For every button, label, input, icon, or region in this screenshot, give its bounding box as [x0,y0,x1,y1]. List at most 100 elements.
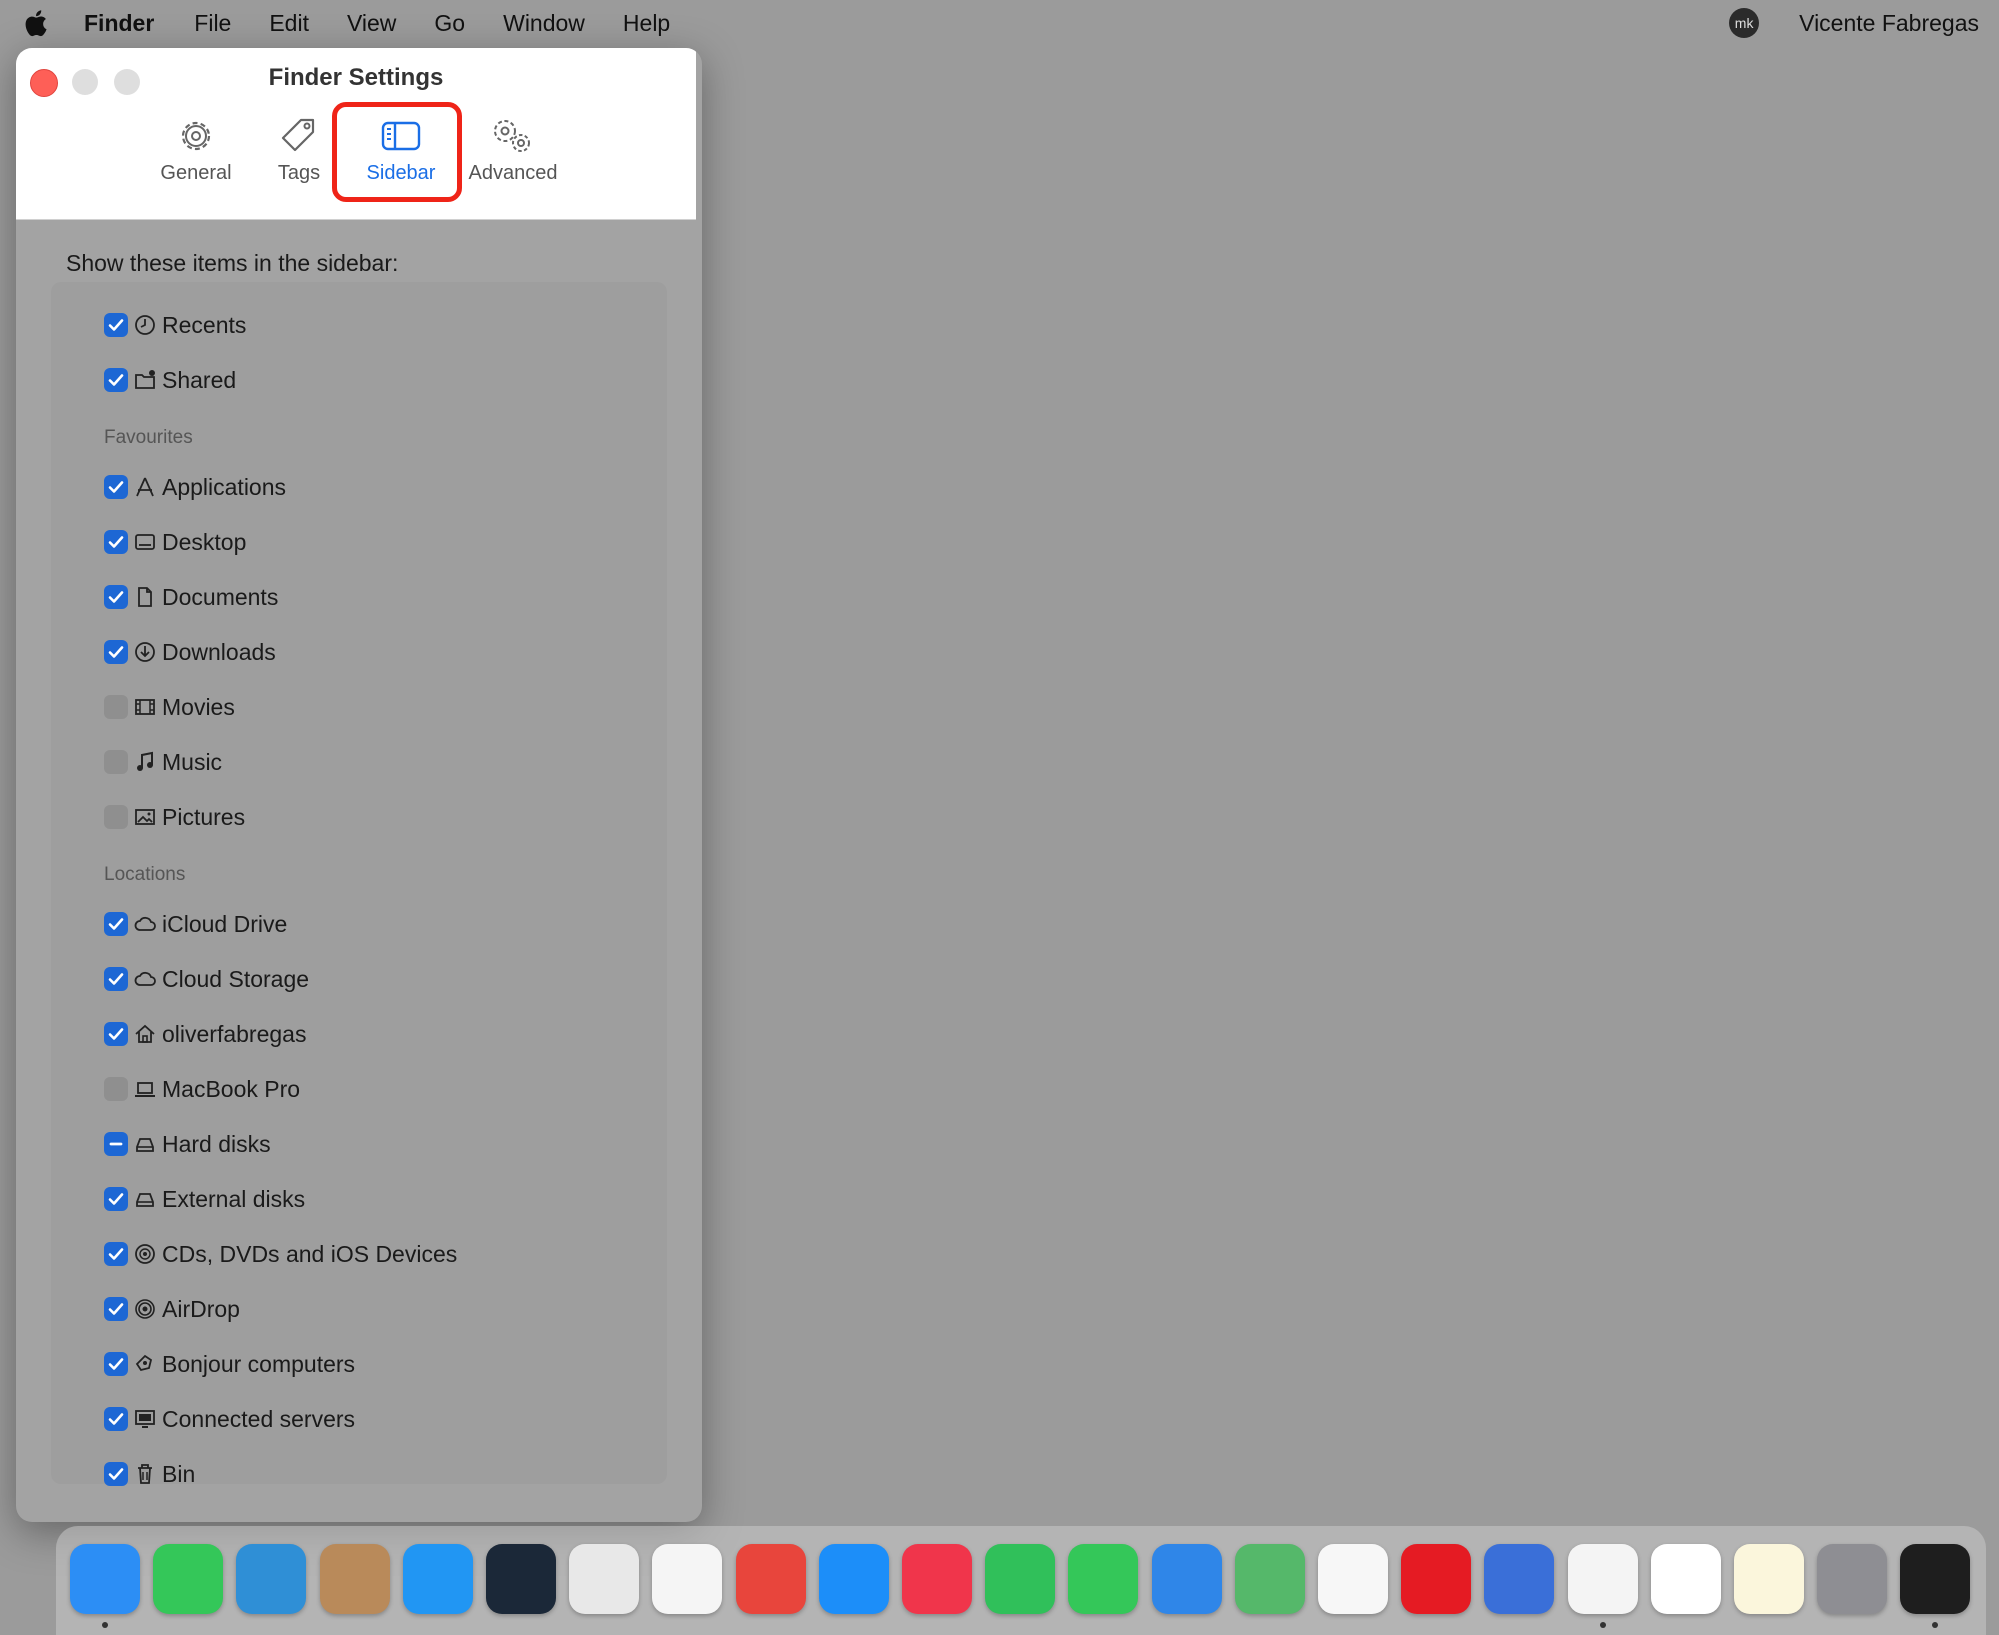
messages-dock-icon[interactable] [1068,1544,1139,1614]
menu-file[interactable]: File [194,10,231,37]
sidebar-option-label: Recents [162,311,247,338]
simulator-dock-icon[interactable] [1484,1544,1555,1614]
facetime-dock-icon[interactable] [153,1544,224,1614]
launchpad-dock-icon[interactable] [569,1544,640,1614]
notes-dock-icon[interactable] [1734,1544,1804,1614]
sidebar-option-cloud-storage[interactable]: Cloud Storage [51,959,309,999]
running-indicator [102,1622,108,1628]
checkbox[interactable] [104,585,128,609]
section-header: Favourites [104,427,193,448]
sidebar-tab-highlight [332,102,462,202]
sidebar-option-label: Connected servers [162,1405,356,1432]
menu-edit[interactable]: Edit [269,10,309,37]
menu-view[interactable]: View [347,10,396,37]
sidebar-option-bin[interactable]: Bin [51,1454,195,1494]
sidebar-option-desktop[interactable]: Desktop [51,522,246,562]
settings-content: Show these items in the sidebar: Recents… [16,220,702,1522]
music-dock-icon[interactable] [902,1544,972,1614]
sidebar-option-cds-dvds-and-ios-devices[interactable]: CDs, DVDs and iOS Devices [51,1234,457,1274]
sidebar-option-oliverfabregas[interactable]: oliverfabregas [51,1014,306,1054]
sidebar-option-label: Documents [162,583,279,610]
tab-general[interactable]: General [146,116,246,185]
sidebar-option-label: Hard disks [162,1130,271,1157]
sidebar-option-external-disks[interactable]: External disks [51,1179,305,1219]
app-store-dock-icon[interactable] [818,1544,889,1614]
mail-dock-icon[interactable] [1151,1544,1222,1614]
finder-dock-icon[interactable] [70,1544,140,1614]
sidebar-option-macbook-pro[interactable]: MacBook Pro [51,1069,300,1109]
sidebar-option-airdrop[interactable]: AirDrop [51,1289,240,1329]
contacts-dock-icon[interactable] [319,1544,390,1614]
checkbox[interactable] [104,530,128,554]
sidebar-option-shared[interactable]: Shared [51,360,236,400]
maps-dock-icon[interactable] [1234,1544,1305,1614]
sidebar-option-label: External disks [162,1185,306,1212]
mk-dock-icon[interactable] [236,1544,307,1614]
sidebar-option-label: MacBook Pro [162,1075,301,1102]
phone-dock-icon[interactable] [985,1544,1056,1614]
checkbox[interactable] [104,475,128,499]
photo-icon [132,804,158,830]
checkbox[interactable] [104,1297,128,1321]
chrome-dock-icon[interactable] [1567,1544,1638,1614]
sidebar-option-hard-disks[interactable]: Hard disks [51,1124,271,1164]
system-settings-dock-icon[interactable] [1817,1544,1888,1614]
checkbox[interactable] [104,912,128,936]
checkbox[interactable] [104,750,128,774]
reminders-dock-icon[interactable] [652,1544,723,1614]
rocket-dock-icon[interactable] [735,1544,806,1614]
checkbox[interactable] [104,1187,128,1211]
safari-dock-icon[interactable] [402,1544,473,1614]
sidebar-option-bonjour-computers[interactable]: Bonjour computers [51,1344,355,1384]
sidebar-option-pictures[interactable]: Pictures [51,797,245,837]
slack-dock-icon[interactable] [1650,1544,1721,1614]
server-icon [132,1406,158,1432]
tab-advanced[interactable]: Advanced [463,116,563,185]
mk-status-icon[interactable]: mk [1729,8,1760,38]
checkbox[interactable] [104,1407,128,1431]
photos-dock-icon[interactable] [1318,1544,1388,1614]
sidebar-option-downloads[interactable]: Downloads [51,632,276,672]
document-icon [132,584,158,610]
download-icon [132,639,158,665]
steam-dock-icon[interactable] [486,1544,556,1614]
terminal-dock-icon[interactable] [1900,1544,1971,1614]
menu-window[interactable]: Window [503,10,585,37]
user-name[interactable]: Vicente Fabregas [1799,10,1979,37]
checkbox[interactable] [104,368,128,392]
checkbox[interactable] [104,1077,128,1101]
checkbox[interactable] [104,1242,128,1266]
gears-icon [494,120,530,152]
sidebar-option-label: Cloud Storage [162,965,310,992]
sidebar-option-movies[interactable]: Movies [51,687,235,727]
checkbox[interactable] [104,640,128,664]
checkbox[interactable] [104,695,128,719]
sidebar-option-label: Desktop [162,528,247,555]
sidebar-option-connected-servers[interactable]: Connected servers [51,1399,355,1439]
checkbox[interactable] [104,1352,128,1376]
tab-advanced-label: Advanced [468,162,558,184]
checkbox[interactable] [104,805,128,829]
sidebar-option-icloud-drive[interactable]: iCloud Drive [51,904,287,944]
apple-icon[interactable] [22,8,48,38]
opera-dock-icon[interactable] [1401,1544,1472,1614]
menu-help[interactable]: Help [623,10,670,37]
sidebar-option-label: Bonjour computers [162,1350,356,1377]
sidebar-option-music[interactable]: Music [51,742,222,782]
sidebar-heading: Show these items in the sidebar: [66,250,399,276]
sidebar-option-applications[interactable]: Applications [51,467,286,507]
menu-finder[interactable]: Finder [84,10,154,37]
sidebar-option-label: AirDrop [162,1295,240,1322]
sidebar-option-documents[interactable]: Documents [51,577,278,617]
menu-go[interactable]: Go [434,10,465,37]
mixed-checkbox[interactable] [104,1132,128,1156]
hard-disk-icon [132,1131,158,1157]
tab-general-label: General [160,162,232,184]
checkbox[interactable] [104,1462,128,1486]
home-icon [132,1021,158,1047]
checkbox[interactable] [104,967,128,991]
shared-folder-icon [132,367,158,393]
checkbox[interactable] [104,313,128,337]
checkbox[interactable] [104,1022,128,1046]
sidebar-option-recents[interactable]: Recents [51,305,246,345]
